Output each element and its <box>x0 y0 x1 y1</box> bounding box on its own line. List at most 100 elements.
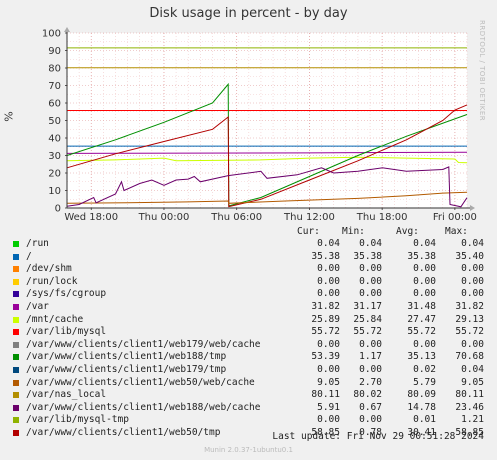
legend-min-value: 0.00 <box>359 288 382 300</box>
legend-avg-value: 80.09 <box>407 389 436 401</box>
legend-row: /var/www/clients/client1/web188/web/cach… <box>12 402 490 414</box>
legend-max-value: 1.21 <box>461 414 484 426</box>
legend-swatch <box>13 341 19 348</box>
legend-min-value: 31.17 <box>353 301 382 312</box>
legend-header-cur: Cur: <box>297 226 320 237</box>
legend-series-name: /var/www/clients/client1/web50/web/cache <box>26 376 255 388</box>
legend-min-value: 0.67 <box>359 401 382 413</box>
legend-header-max: Max: <box>445 226 468 237</box>
legend-row: /run/lock 0.00 0.00 0.00 0.00 <box>12 276 490 288</box>
legend-max-value: 80.11 <box>455 389 484 401</box>
legend-swatch <box>13 392 19 399</box>
legend-swatch <box>13 379 19 386</box>
legend-series-name: /var/lib/mysql-tmp <box>26 414 129 426</box>
legend-avg-value: 0.00 <box>413 275 436 287</box>
legend-series-name: /var/www/clients/client1/web188/web/cach… <box>26 401 261 413</box>
legend-min-value: 0.00 <box>359 338 382 350</box>
legend-avg-value: 55.72 <box>407 326 436 338</box>
legend-row: /run 0.04 0.04 0.04 0.04 <box>12 238 490 250</box>
legend-max-value: 0.00 <box>461 275 484 287</box>
legend-series-name: /run/lock <box>26 275 78 287</box>
legend-min-value: 2.70 <box>359 376 382 388</box>
legend-swatch <box>13 291 19 298</box>
y-tick-label: 50 <box>48 116 61 127</box>
legend-min-value: 25.84 <box>353 313 382 325</box>
y-tick-label: 90 <box>48 46 61 57</box>
legend-row: /var/www/clients/client1/web179/tmp 0.00 0… <box>12 364 490 376</box>
legend-swatch <box>13 417 19 424</box>
legend-row: /var/lib/mysql-tmp 0.00 0.00 0.01 1.21 <box>12 414 490 426</box>
legend-max-value: 0.00 <box>461 338 484 350</box>
legend-avg-value: 0.01 <box>413 414 436 426</box>
legend-swatch <box>13 329 19 336</box>
legend-row: /var/nas_local 80.11 80.02 80.09 80.11 <box>12 389 490 401</box>
legend-series-name: /var/www/clients/client1/web179/tmp <box>26 364 227 375</box>
legend-row: /var/www/clients/client1/web188/tmp 53.39… <box>12 351 490 363</box>
legend-max-value: 29.13 <box>455 313 484 325</box>
legend-min-value: 0.00 <box>359 263 382 275</box>
line-chart: 0 10 20 30 40 50 60 70 80 90 100 Wed 18:00 Thu 00:00… <box>42 27 477 223</box>
legend-min-value: 1.17 <box>359 351 382 363</box>
legend-row: /var/www/clients/client1/web179/web/cach… <box>12 339 490 351</box>
legend-swatch <box>13 316 19 323</box>
legend-series-name: /var/www/clients/client1/web188/tmp <box>26 351 227 363</box>
legend-max-value: 9.05 <box>461 376 484 388</box>
legend-swatch <box>13 241 19 247</box>
legend-avg-value: 27.47 <box>407 313 436 325</box>
legend-row: /var/www/clients/client1/web50/web/cache… <box>12 377 490 389</box>
legend-min-value: 0.00 <box>359 414 382 426</box>
legend-swatch <box>13 367 19 373</box>
y-tick-label: 80 <box>48 64 61 75</box>
legend-max-value: 35.40 <box>455 250 484 262</box>
legend-min-value: 0.00 <box>359 275 382 287</box>
legend-max-value: 0.04 <box>461 364 484 375</box>
legend-row: /mnt/cache 25.89 25.84 27.47 29.13 <box>12 314 490 326</box>
y-tick-label: 30 <box>48 151 61 162</box>
legend-avg-value: 31.48 <box>407 301 436 312</box>
legend-avg-value: 35.13 <box>407 351 436 363</box>
legend-series-name: /var/www/clients/client1/web179/web/cach… <box>26 338 261 350</box>
legend-series-name: / <box>26 250 32 262</box>
y-tick-label: 40 <box>48 134 61 145</box>
last-update: Last update: Fri Nov 29 00:51:28 2024 <box>272 431 484 442</box>
legend-swatch <box>13 266 19 273</box>
legend-swatch <box>13 404 19 411</box>
x-tick-label: Fri 00:00 <box>433 212 477 223</box>
legend-series-name: /mnt/cache <box>26 313 84 325</box>
legend-avg-value: 35.38 <box>407 250 436 262</box>
legend-min-value: 0.00 <box>359 364 382 375</box>
legend-swatch <box>13 278 19 285</box>
legend-series-name: /var/nas_local <box>26 389 107 401</box>
legend-row: /var 31.82 31.17 31.48 31.82 <box>12 301 490 313</box>
munin-version: Munin 2.0.37-1ubuntu0.1 <box>204 446 293 454</box>
legend-row: /35.38 35.38 35.38 35.40 <box>12 251 490 263</box>
legend-avg-value: 0.04 <box>413 238 436 249</box>
legend-header-min: Min: <box>342 226 365 237</box>
y-tick-label: 60 <box>48 99 61 110</box>
legend-avg-value: 14.78 <box>407 401 436 413</box>
legend-max-value: 55.72 <box>455 326 484 338</box>
x-tick-label: Wed 18:00 <box>64 212 118 223</box>
y-tick-label: 70 <box>48 81 61 92</box>
x-tick-label: Thu 18:00 <box>356 212 408 223</box>
legend-avg-value: 0.02 <box>413 364 436 375</box>
legend-series-name: /var <box>26 301 49 312</box>
y-tick-label: 20 <box>48 169 61 180</box>
legend-series-name: /var/lib/mysql <box>26 326 107 338</box>
legend-max-value: 70.68 <box>455 351 484 363</box>
legend-avg-value: 5.79 <box>413 376 436 388</box>
legend-swatch <box>13 354 19 361</box>
legend-avg-value: 0.00 <box>413 338 436 350</box>
legend-min-value: 35.38 <box>353 250 382 262</box>
x-tick-label: Thu 12:00 <box>283 212 335 223</box>
legend-max-value: 31.82 <box>455 301 484 312</box>
legend-row: /dev/shm 0.00 0.00 0.00 0.00 <box>12 263 490 275</box>
legend-series-name: /sys/fs/cgroup <box>26 288 107 300</box>
legend-min-value: 55.72 <box>353 326 382 338</box>
legend-swatch <box>13 253 19 260</box>
legend-row: /sys/fs/cgroup 0.00 0.00 0.00 0.00 <box>12 288 490 300</box>
legend-series-name: /run <box>26 238 49 249</box>
x-tick-label: Thu 00:00 <box>138 212 190 223</box>
legend-max-value: 23.46 <box>455 401 484 413</box>
legend-row: /var/lib/mysql 55.72 55.72 55.72 55.72 <box>12 326 490 338</box>
